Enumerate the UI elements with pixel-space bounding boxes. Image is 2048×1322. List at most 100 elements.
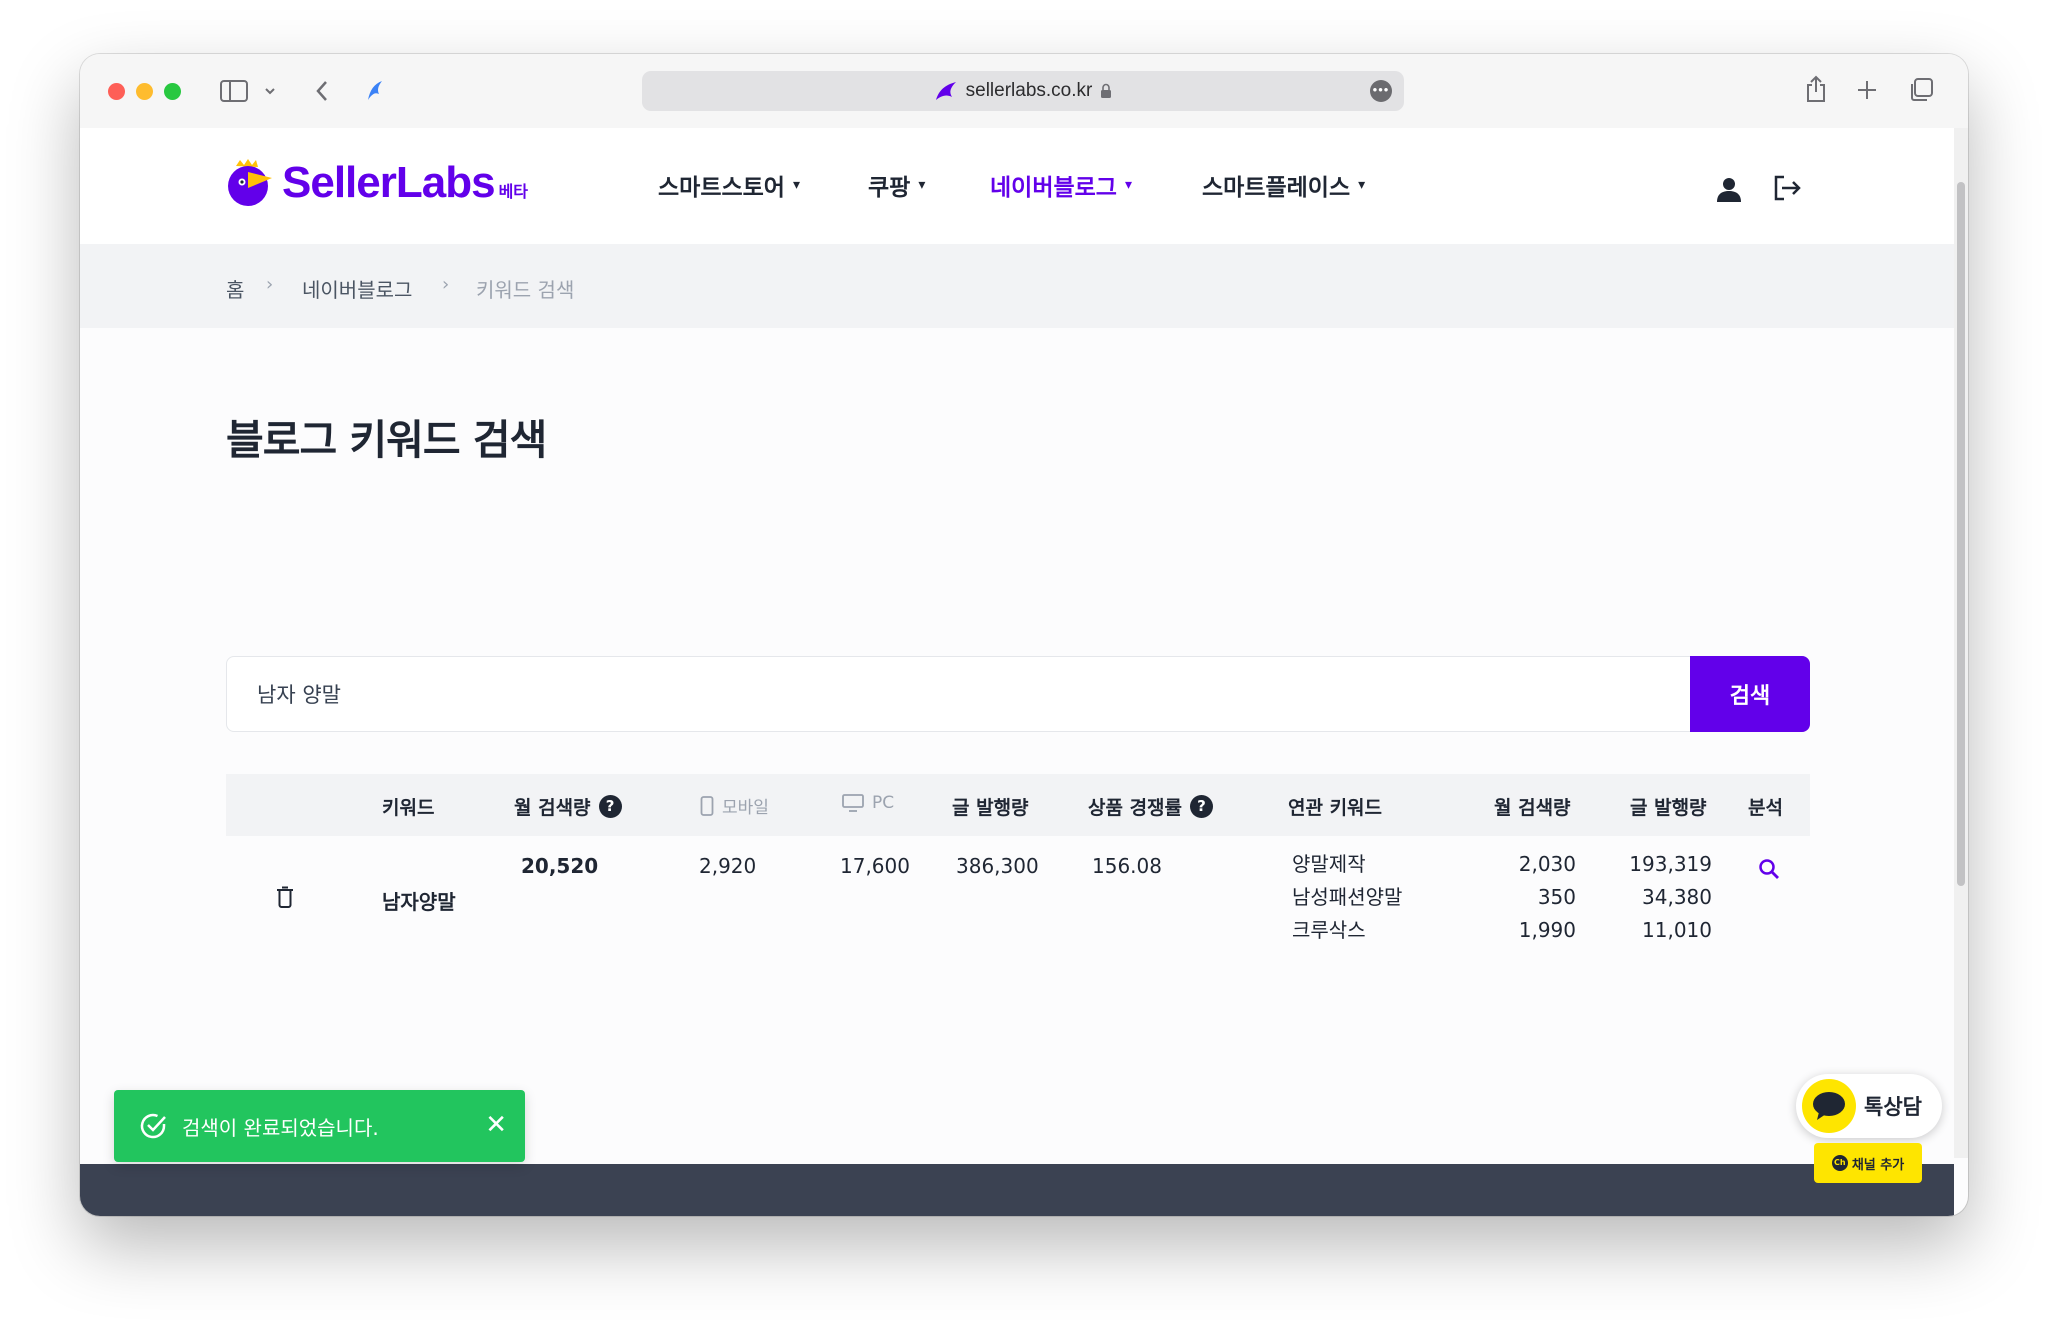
nav-coupang-label: 쿠팡 xyxy=(868,175,911,201)
col-pc-label: PC xyxy=(872,793,895,813)
related-posts-value: 11,010 xyxy=(1642,918,1712,942)
success-toast: 검색이 완료되었습니다. ✕ xyxy=(114,1090,525,1162)
col-keyword-label: 키워드 xyxy=(382,797,435,819)
page-content: SellerLabs 베타 스마트스토어 ▾ 쿠팡 ▾ 네이버블로그 ▾ 스마트플레이… xyxy=(80,128,1954,1158)
chevron-down-icon[interactable] xyxy=(264,86,276,96)
browser-toolbar: sellerlabs.co.kr ••• xyxy=(80,54,1968,128)
toast-message: 검색이 완료되었습니다. xyxy=(182,1115,379,1140)
desktop-icon xyxy=(842,794,864,812)
col-monthly-search-label: 월 검색량 xyxy=(514,797,591,819)
chevron-down-icon: ▾ xyxy=(1358,177,1366,193)
related-posts-value: 193,319 xyxy=(1629,852,1712,876)
scrollbar-thumb[interactable] xyxy=(1957,182,1965,886)
row-keyword: 남자양말 xyxy=(382,890,456,914)
related-posts-list: 193,319 34,380 11,010 xyxy=(1592,848,1712,947)
page-title: 블로그 키워드 검색 xyxy=(226,416,547,464)
site-header: SellerLabs 베타 스마트스토어 ▾ 쿠팡 ▾ 네이버블로그 ▾ 스마트플레이… xyxy=(80,128,1954,244)
share-icon[interactable] xyxy=(1804,74,1828,104)
vertical-scrollbar[interactable] xyxy=(1954,128,1968,1158)
nav-naver-blog[interactable]: 네이버블로그 ▾ xyxy=(990,168,1132,202)
related-monthly-value: 2,030 xyxy=(1518,852,1576,876)
kakao-bubble-icon xyxy=(1802,1079,1856,1133)
related-monthly-value: 1,990 xyxy=(1518,918,1576,942)
minimize-window-button[interactable] xyxy=(136,83,153,100)
kakao-channel-add-label: 채널 추가 xyxy=(1851,1157,1905,1173)
breadcrumb-naver-blog[interactable]: 네이버블로그 xyxy=(302,274,412,303)
keyword-search-input[interactable] xyxy=(227,657,1692,731)
search-analysis-icon[interactable] xyxy=(1758,858,1780,880)
row-monthly-search: 20,520 xyxy=(521,854,599,878)
row-pc: 17,600 xyxy=(840,854,910,878)
site-footer xyxy=(80,1164,1954,1216)
col-analysis: 분석 xyxy=(1748,793,1783,820)
nav-smartstore[interactable]: 스마트스토어 ▾ xyxy=(658,168,800,202)
breadcrumb-separator-icon: › xyxy=(442,274,450,295)
nav-naver-blog-label: 네이버블로그 xyxy=(990,175,1117,201)
col-mobile-label: 모바일 xyxy=(722,798,769,818)
breadcrumb-current: 키워드 검색 xyxy=(476,278,575,302)
related-keyword: 남성패션양말 xyxy=(1292,885,1403,909)
search-box: 검색 xyxy=(226,656,1810,732)
col-monthly-search: 월 검색량 ? xyxy=(514,793,622,820)
row-posts: 386,300 xyxy=(956,854,1039,878)
new-tab-icon[interactable] xyxy=(1856,79,1878,101)
user-icon[interactable] xyxy=(1716,176,1742,202)
nav-smartplace[interactable]: 스마트플레이스 ▾ xyxy=(1202,168,1365,202)
kakao-channel-add-button[interactable]: Ch 채널 추가 xyxy=(1814,1143,1922,1183)
col-mobile: 모바일 xyxy=(700,793,769,818)
address-bar[interactable]: sellerlabs.co.kr ••• xyxy=(642,71,1404,111)
logout-icon[interactable] xyxy=(1772,174,1802,202)
ellipsis-icon[interactable]: ••• xyxy=(1370,80,1392,102)
nav-coupang[interactable]: 쿠팡 ▾ xyxy=(868,168,925,202)
row-competition: 156.08 xyxy=(1092,854,1162,878)
results-table-header: 키워드 월 검색량 ? 모바일 PC 글 발행량 상품 경쟁률 ? 연관 키워드… xyxy=(226,774,1810,836)
breadcrumb-home[interactable]: 홈 xyxy=(226,274,244,303)
sidebar-toggle-icon[interactable] xyxy=(220,80,248,102)
tab-overview-icon[interactable] xyxy=(1908,77,1934,103)
browser-window: sellerlabs.co.kr ••• SellerLabs 베타 스마트스토… xyxy=(80,54,1968,1216)
col-keyword: 키워드 xyxy=(382,793,434,820)
site-logo[interactable]: SellerLabs 베타 xyxy=(226,158,528,208)
col-related-posts-label: 글 발행량 xyxy=(1630,797,1707,819)
kakao-chat-label: 톡상담 xyxy=(1864,1095,1922,1119)
help-icon[interactable]: ? xyxy=(1190,795,1214,818)
col-posts: 글 발행량 xyxy=(952,793,1029,820)
logo-wordmark: SellerLabs xyxy=(282,158,496,207)
mobile-icon xyxy=(700,795,714,816)
related-keywords-list: 양말제작 남성패션양말 크루삭스 xyxy=(1292,848,1452,947)
col-related: 연관 키워드 xyxy=(1288,793,1382,820)
breadcrumb-separator-icon: › xyxy=(266,274,274,295)
beta-badge: 베타 xyxy=(498,182,529,201)
col-pc: PC xyxy=(842,793,894,813)
col-analysis-label: 분석 xyxy=(1748,797,1783,819)
chevron-down-icon: ▾ xyxy=(918,177,926,193)
check-circle-icon xyxy=(140,1113,166,1139)
help-icon[interactable]: ? xyxy=(598,795,622,818)
search-button[interactable]: 검색 xyxy=(1690,656,1810,732)
chevron-down-icon: ▾ xyxy=(1124,177,1132,193)
nav-smartplace-label: 스마트플레이스 xyxy=(1202,175,1351,201)
col-related-monthly-label: 월 검색량 xyxy=(1494,797,1571,819)
breadcrumb: 홈 › 네이버블로그 › 키워드 검색 xyxy=(80,244,1954,328)
col-posts-label: 글 발행량 xyxy=(952,797,1029,819)
kakao-chat-button[interactable]: 톡상담 xyxy=(1796,1074,1942,1138)
col-competition-label: 상품 경쟁률 xyxy=(1088,797,1183,819)
related-keyword: 크루삭스 xyxy=(1292,918,1366,942)
nav-smartstore-label: 스마트스토어 xyxy=(658,175,785,201)
screenshot-stage: sellerlabs.co.kr ••• SellerLabs 베타 스마트스토… xyxy=(0,0,2048,1322)
chevron-down-icon: ▾ xyxy=(792,177,800,193)
zoom-window-button[interactable] xyxy=(164,83,181,100)
trash-icon[interactable] xyxy=(276,886,294,908)
related-monthly-list: 2,030 350 1,990 xyxy=(1456,848,1576,947)
close-window-button[interactable] xyxy=(108,83,125,100)
site-favicon-icon xyxy=(368,81,382,100)
lock-icon xyxy=(1101,83,1112,98)
toucan-logo-icon xyxy=(228,159,272,206)
col-competition: 상품 경쟁률 ? xyxy=(1088,793,1214,820)
back-icon[interactable] xyxy=(314,79,330,103)
close-icon[interactable]: ✕ xyxy=(485,1110,507,1140)
row-mobile: 2,920 xyxy=(699,854,757,878)
sellerlabs-favicon-icon xyxy=(935,82,956,100)
related-posts-value: 34,380 xyxy=(1642,885,1712,909)
col-related-monthly: 월 검색량 xyxy=(1494,793,1571,820)
